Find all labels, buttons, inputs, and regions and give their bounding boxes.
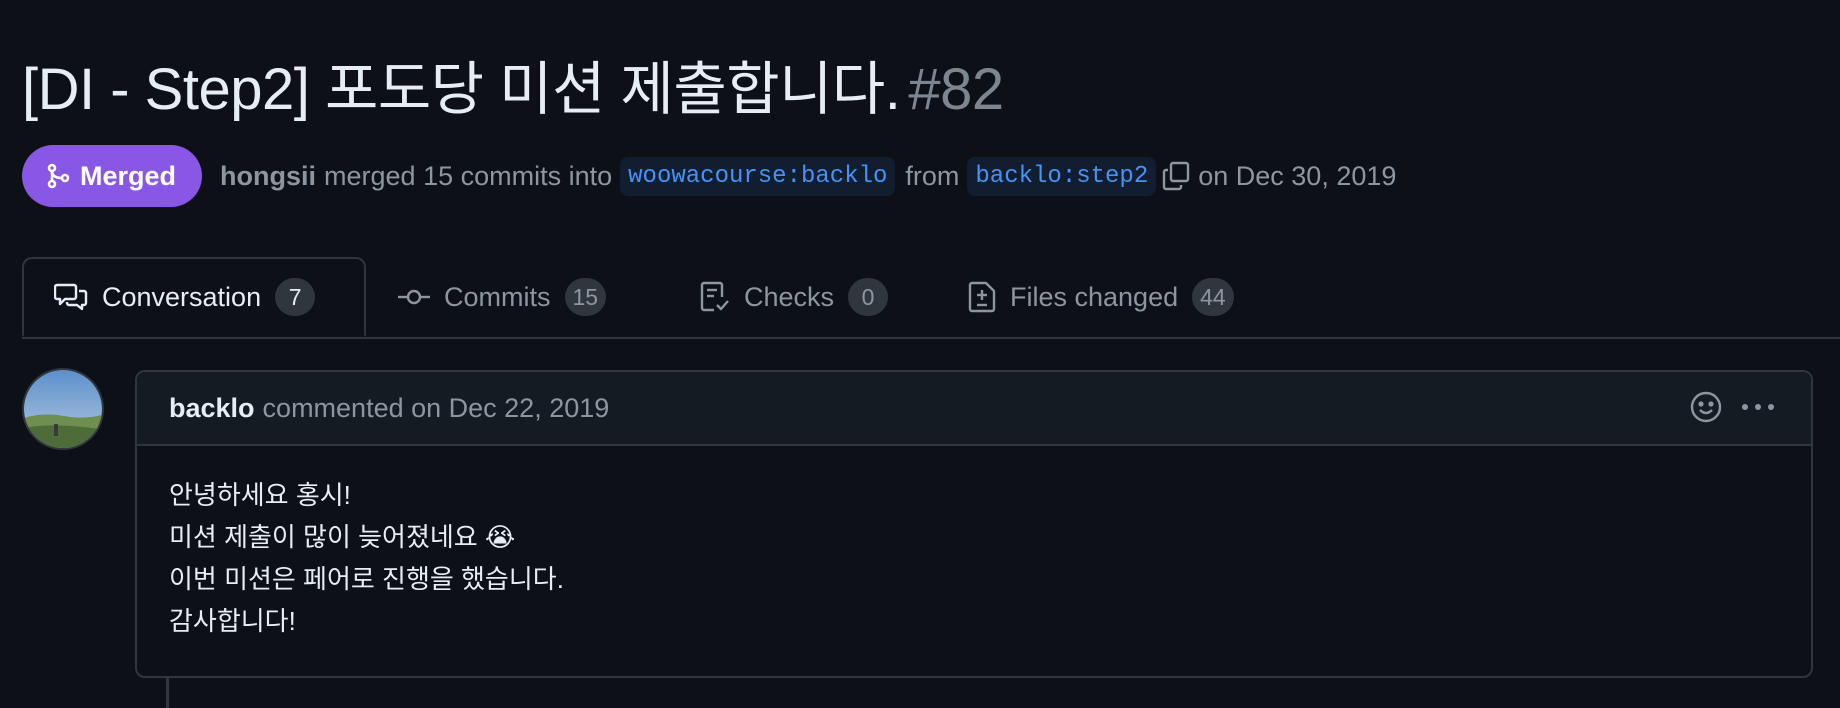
pr-tabs: Conversation 7 Commits 15 Checks 0 Files…: [22, 257, 1840, 339]
merged-badge-label: Merged: [80, 160, 177, 191]
comment-line: 이번 미션은 페어로 진행을 했습니다.: [169, 564, 564, 594]
pr-author-link[interactable]: hongsii: [220, 161, 316, 192]
tab-commits-label: Commits: [444, 281, 551, 312]
pr-title-text: [DI - Step2] 포도당 미션 제출합니다.: [22, 57, 901, 122]
comment-actions: [1689, 390, 1775, 424]
comment-box: backlo commented on Dec 22, 2019 안녕하세요 홍…: [135, 370, 1813, 678]
merge-date: on Dec 30, 2019: [1198, 160, 1397, 191]
tab-files-changed[interactable]: Files changed 44: [968, 257, 1234, 337]
file-diff-icon: [968, 281, 996, 313]
checklist-icon: [700, 281, 730, 313]
comment-line: 미션 제출이 많이 늦어졌네요 😭: [169, 522, 516, 552]
kebab-horizontal-icon[interactable]: [1741, 402, 1775, 412]
tab-checks-count: 0: [848, 278, 889, 316]
tab-conversation[interactable]: Conversation 7: [22, 257, 366, 337]
tab-checks-label: Checks: [744, 281, 835, 312]
merged-text: merged 15 commits into: [324, 160, 613, 191]
tab-conversation-label: Conversation: [102, 281, 262, 312]
tab-commits[interactable]: Commits 15: [398, 257, 607, 337]
smiley-icon[interactable]: [1689, 390, 1723, 424]
tab-conversation-count: 7: [275, 278, 316, 316]
from-text: from: [905, 160, 960, 191]
timeline-line: [166, 678, 169, 708]
base-branch-link[interactable]: woowacourse:backlo: [620, 156, 896, 196]
merged-badge: Merged: [22, 145, 203, 207]
head-branch-link[interactable]: backlo:step2: [967, 156, 1157, 196]
pr-title: [DI - Step2] 포도당 미션 제출합니다. #82: [22, 52, 1004, 128]
git-merge-icon: [46, 163, 70, 189]
tab-files-changed-count: 44: [1192, 278, 1234, 316]
pr-number: #82: [908, 57, 1004, 122]
comment-line: 감사합니다!: [169, 606, 296, 636]
pr-meta: Merged hongsii merged 15 commits into wo…: [22, 145, 1404, 207]
comment-discussion-icon: [54, 282, 88, 312]
comment-body: 안녕하세요 홍시! 미션 제출이 많이 늦어졌네요 😭 이번 미션은 페어로 진…: [137, 446, 1811, 670]
comment-header: backlo commented on Dec 22, 2019: [137, 372, 1811, 446]
git-commit-icon: [398, 287, 430, 307]
comment-meta[interactable]: commented on Dec 22, 2019: [263, 393, 610, 424]
comment-line: 안녕하세요 홍시!: [169, 480, 351, 510]
copy-icon[interactable]: [1162, 161, 1190, 191]
tab-checks[interactable]: Checks 0: [700, 257, 889, 337]
tab-files-changed-label: Files changed: [1010, 281, 1179, 312]
comment-author-link[interactable]: backlo: [169, 393, 255, 424]
avatar[interactable]: [22, 368, 104, 450]
tab-commits-count: 15: [564, 278, 607, 316]
